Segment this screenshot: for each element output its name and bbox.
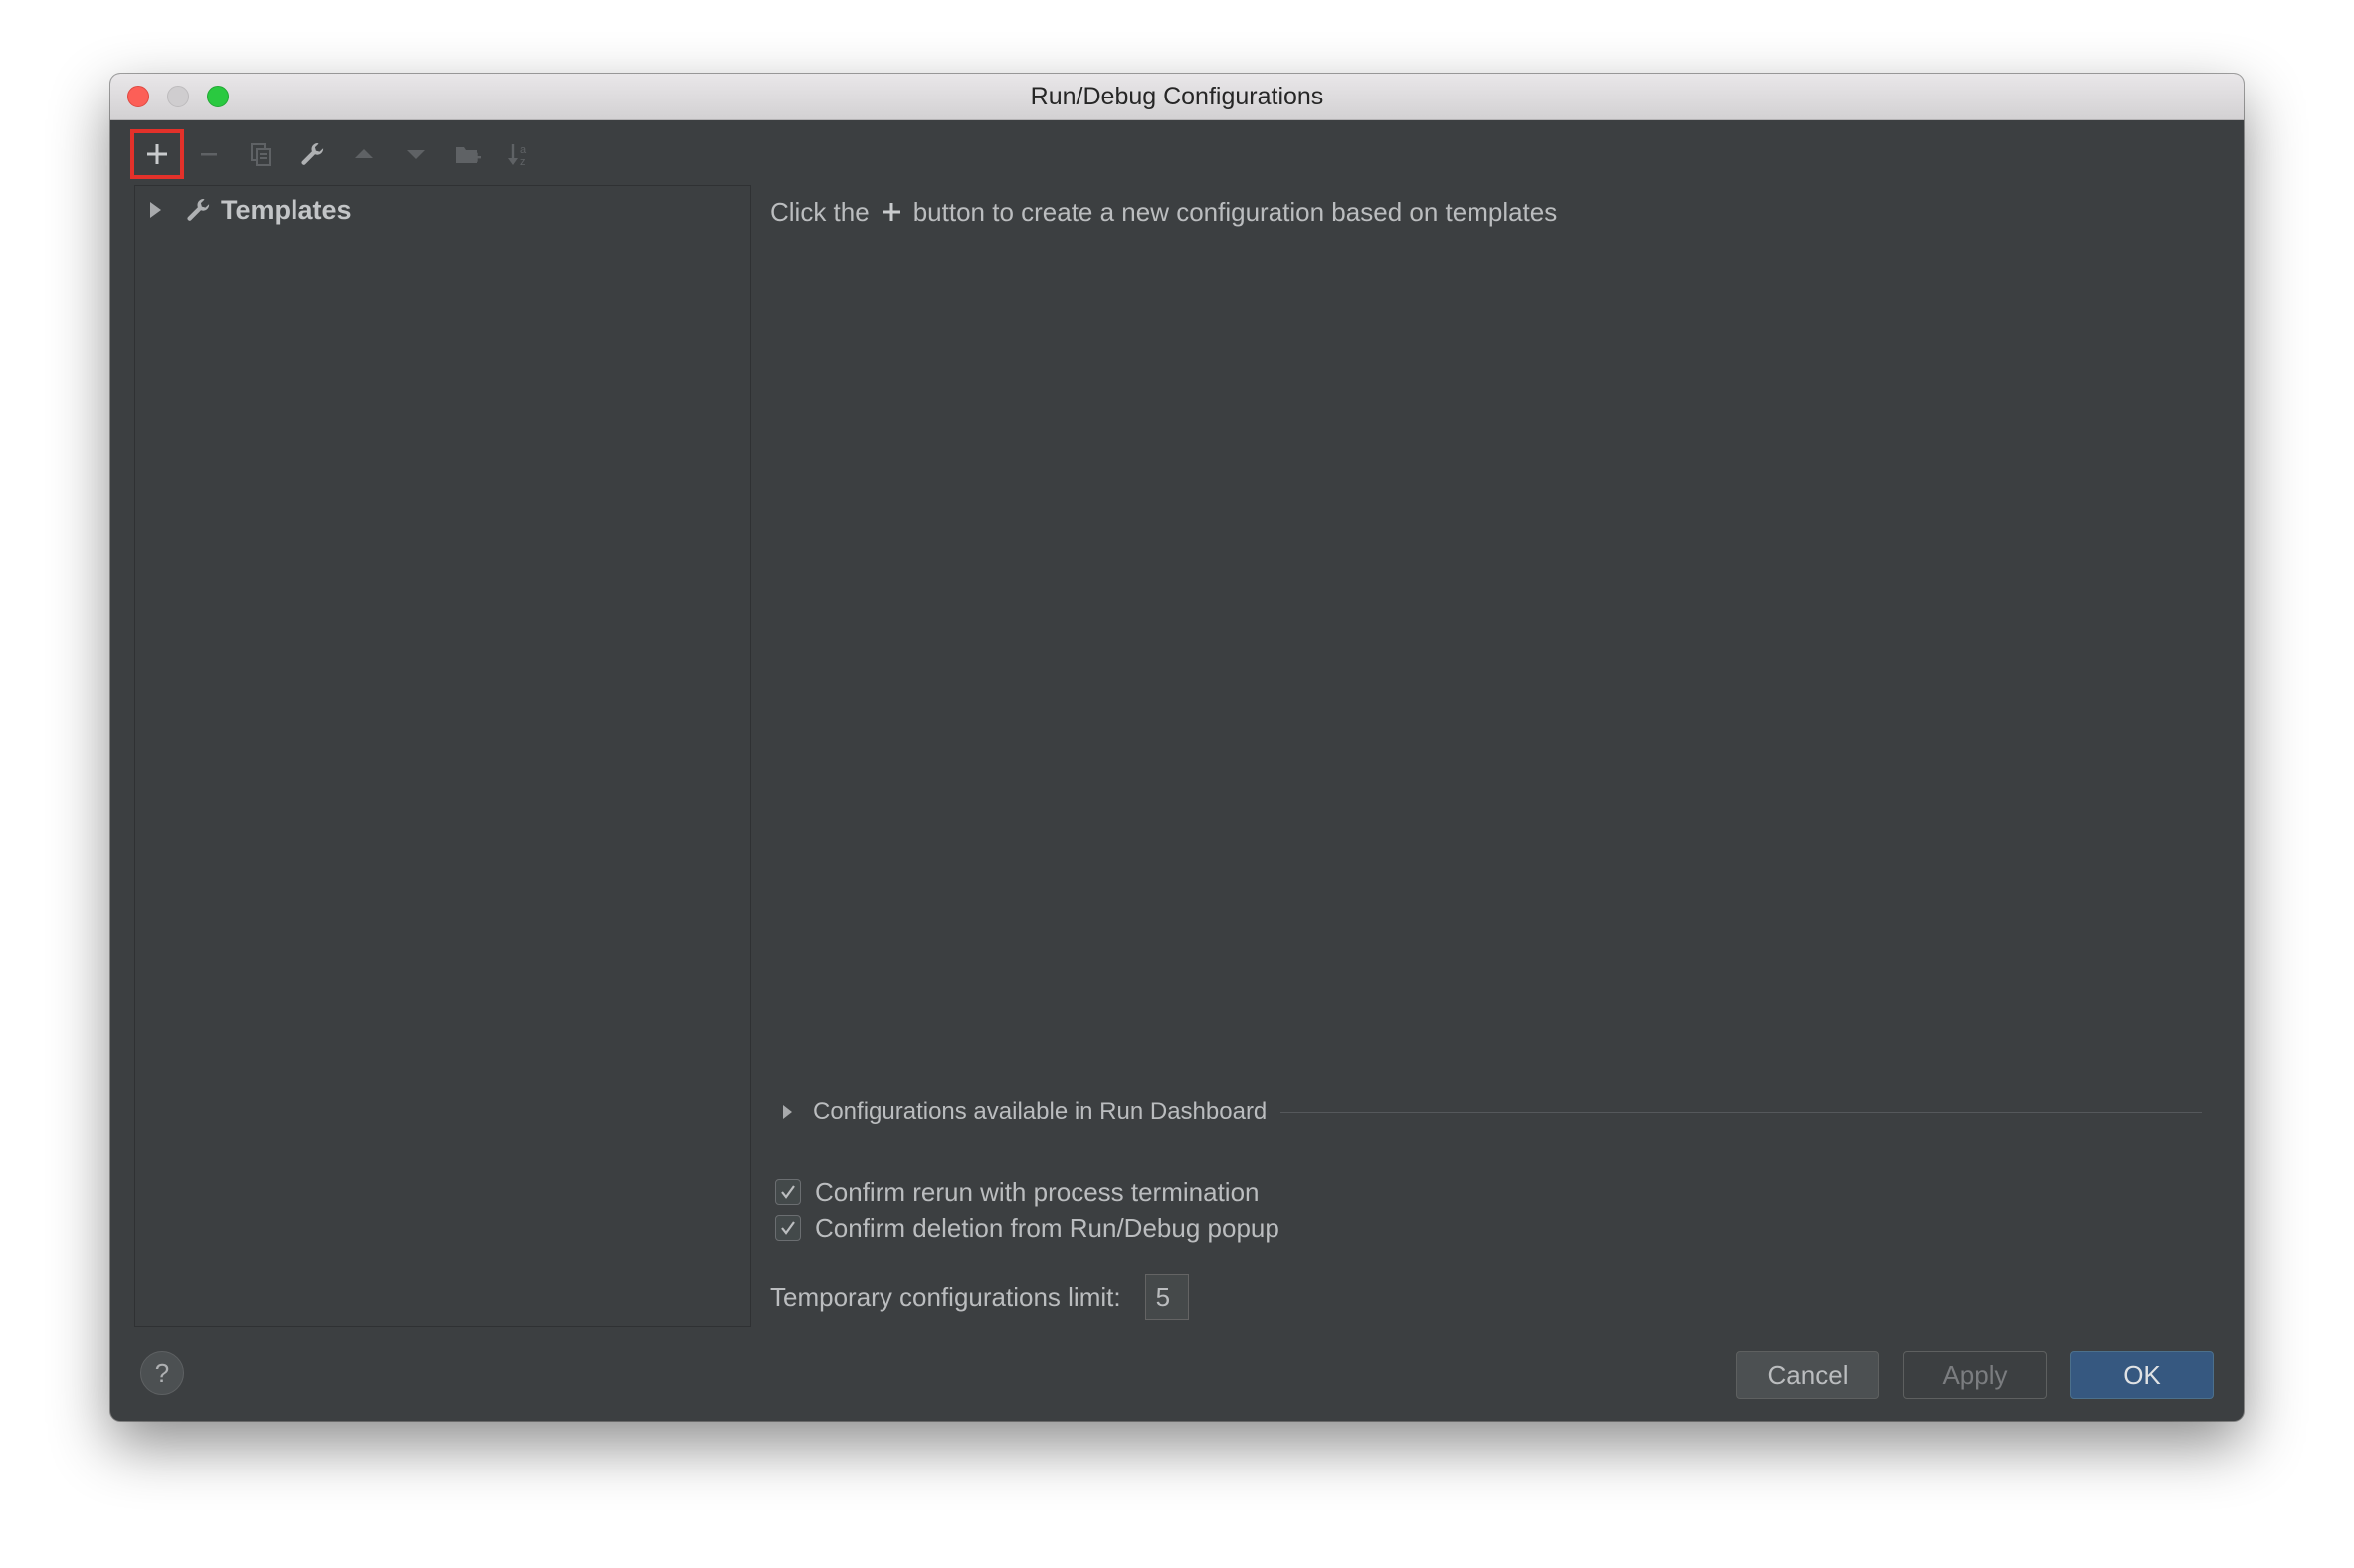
new-folder-button[interactable]: [445, 133, 490, 175]
plus-icon: [147, 144, 167, 164]
confirm-rerun-checkbox[interactable]: [775, 1179, 801, 1205]
checkmark-icon: [781, 1221, 795, 1235]
cancel-button[interactable]: Cancel: [1736, 1351, 1879, 1399]
move-down-button[interactable]: [393, 133, 439, 175]
confirm-rerun-label: Confirm rerun with process termination: [815, 1176, 1260, 1207]
run-dashboard-section[interactable]: Configurations available in Run Dashboar…: [777, 1092, 2202, 1132]
move-up-button[interactable]: [341, 133, 387, 175]
apply-button[interactable]: Apply: [1903, 1351, 2047, 1399]
plus-icon: [880, 200, 903, 224]
sort-configurations-button[interactable]: a z: [496, 133, 542, 175]
temporary-limit-input[interactable]: [1144, 1274, 1189, 1320]
tree-item-label: Templates: [221, 194, 352, 225]
expand-arrow-icon[interactable]: [143, 198, 167, 222]
arrow-down-icon: [407, 150, 425, 159]
confirm-deletion-checkbox-row[interactable]: Confirm deletion from Run/Debug popup: [775, 1210, 1279, 1246]
copy-icon: [251, 143, 271, 166]
section-divider: [1280, 1111, 2202, 1113]
confirm-rerun-checkbox-row[interactable]: Confirm rerun with process termination: [775, 1174, 1260, 1210]
add-configuration-button[interactable]: [130, 129, 184, 179]
title-bar: Run/Debug Configurations: [110, 74, 2244, 120]
wrench-icon: [183, 195, 213, 225]
remove-configuration-button[interactable]: [186, 133, 232, 175]
minus-icon: [201, 153, 217, 156]
folder-add-icon: [456, 147, 481, 163]
copy-configuration-button[interactable]: [238, 133, 284, 175]
svg-text:z: z: [520, 156, 526, 168]
hint-prefix: Click the: [770, 196, 870, 227]
checkmark-icon: [781, 1185, 795, 1199]
help-icon: ?: [154, 1357, 170, 1388]
tree-item-templates[interactable]: Templates: [135, 190, 352, 230]
svg-text:a: a: [520, 144, 527, 156]
help-button[interactable]: ?: [140, 1351, 184, 1395]
configurations-toolbar: a z: [130, 129, 548, 179]
hint-suffix: button to create a new configuration bas…: [912, 196, 1558, 227]
ok-button[interactable]: OK: [2070, 1351, 2214, 1399]
confirm-deletion-label: Confirm deletion from Run/Debug popup: [815, 1212, 1279, 1243]
edit-templates-button[interactable]: [290, 133, 335, 175]
run-dashboard-section-label: Configurations available in Run Dashboar…: [813, 1098, 1268, 1125]
temporary-limit-label: Temporary configurations limit:: [770, 1281, 1121, 1312]
empty-state-hint: Click the button to create a new configu…: [770, 191, 1557, 233]
sort-alpha-icon: a z: [508, 144, 527, 168]
wrench-icon: [301, 142, 324, 165]
arrow-up-icon: [355, 149, 373, 158]
expand-arrow-icon[interactable]: [777, 1102, 797, 1122]
confirm-deletion-checkbox[interactable]: [775, 1215, 801, 1241]
temporary-limit-row: Temporary configurations limit:: [770, 1274, 1189, 1321]
configurations-tree: Templates: [134, 185, 751, 1327]
window-title: Run/Debug Configurations: [1030, 83, 1324, 110]
run-debug-configurations-dialog: Run/Debug Configurations a z Templates C…: [110, 74, 2244, 1421]
